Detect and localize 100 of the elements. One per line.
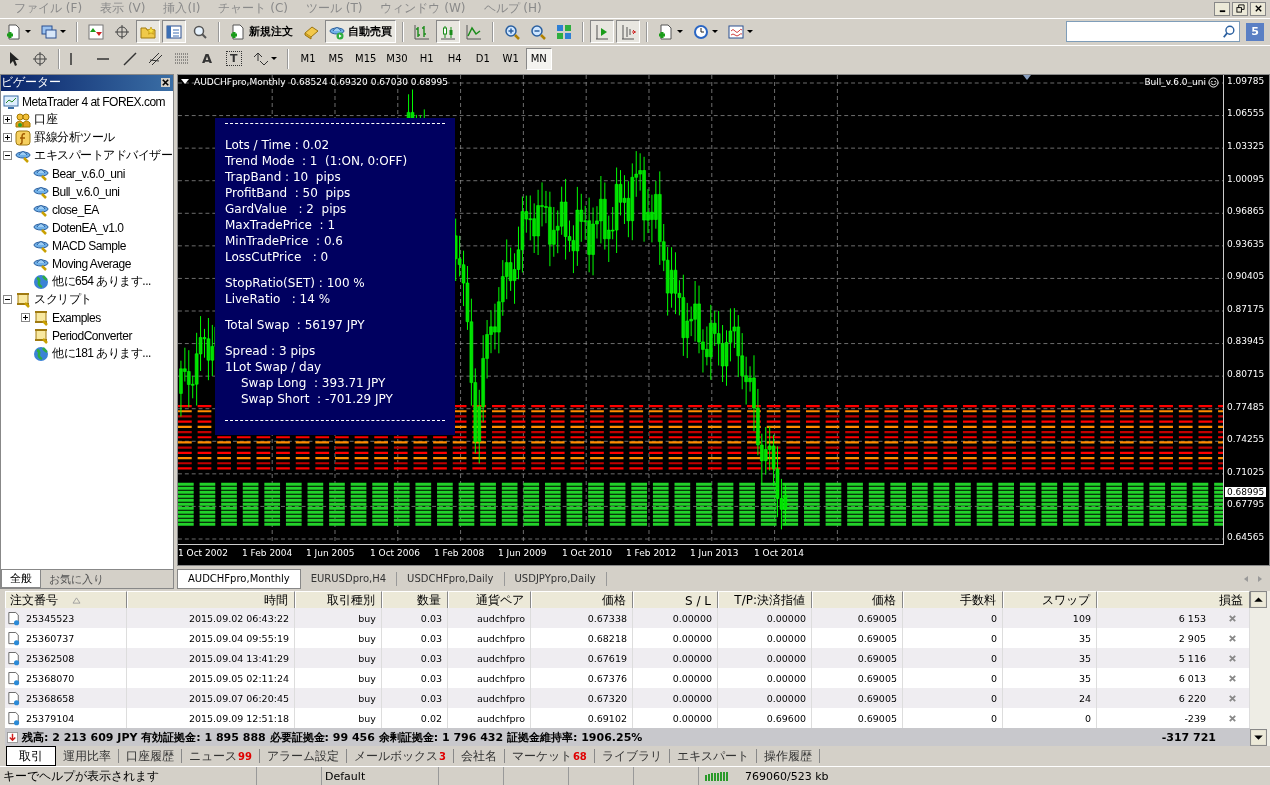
price-label: 0.77485: [1227, 401, 1265, 412]
toolbar-button[interactable]: [162, 20, 186, 44]
bar-chart-icon: [414, 23, 430, 40]
tree-item[interactable]: 他に654 あります...: [52, 273, 151, 291]
restore-button[interactable]: [1232, 2, 1248, 16]
search-icon: [1222, 24, 1236, 39]
timeframe-button[interactable]: M30: [382, 47, 412, 70]
table-cell: 2 905: [1178, 632, 1206, 644]
timeframe-button[interactable]: H1: [413, 47, 440, 70]
terminal-tab[interactable]: ニュース99: [182, 749, 260, 763]
price-label: 0.83945: [1227, 336, 1265, 347]
collapse-icon[interactable]: [3, 151, 12, 161]
tree-item[interactable]: 罫線分析ツール: [34, 129, 115, 147]
tab[interactable]: 全般: [1, 570, 41, 588]
terminal-tab[interactable]: 会社名: [453, 749, 505, 763]
table-cell: 25379104: [26, 712, 75, 724]
shift-marker-icon[interactable]: [1023, 74, 1031, 80]
date-label: 1 Oct 2014: [754, 547, 804, 558]
chart-tab[interactable]: USDCHFpro,Daily: [397, 571, 505, 586]
timeframe-button[interactable]: M15: [351, 47, 381, 70]
timeframe-button[interactable]: H4: [441, 47, 468, 70]
tree-item[interactable]: Examples: [52, 310, 101, 325]
price-label: 1.09785: [1227, 75, 1265, 86]
tree-item[interactable]: DotenEA_v1.0: [52, 220, 124, 235]
chart-tab[interactable]: USDJPYpro,Daily: [504, 571, 607, 586]
tab[interactable]: お気に入り: [41, 570, 112, 588]
close-icon[interactable]: [161, 78, 170, 88]
tree-item[interactable]: MACD Sample: [52, 238, 126, 253]
toolbar-button[interactable]: 新規注文: [226, 20, 297, 44]
price-label: 0.80715: [1227, 369, 1265, 379]
terminal-tab[interactable]: メールボックス3: [346, 749, 454, 763]
timeframe-button[interactable]: D1: [469, 47, 496, 70]
price-label: 0.64565: [1227, 531, 1265, 542]
timeframe-button[interactable]: M5: [323, 47, 349, 70]
expand-icon[interactable]: [3, 115, 12, 125]
chart-tab[interactable]: EURUSDpro,H4: [300, 571, 398, 586]
terminal-tab[interactable]: ライブラリ: [594, 749, 670, 763]
down-arrow-icon[interactable]: [7, 731, 18, 743]
order-icon: [8, 670, 20, 686]
terminal-tab[interactable]: エキスパート: [669, 749, 757, 763]
expand-icon[interactable]: [3, 133, 12, 143]
tree-item[interactable]: close_EA: [52, 202, 99, 217]
close-button[interactable]: [1250, 2, 1266, 16]
terminal-tab[interactable]: アラーム設定: [259, 749, 347, 763]
document-plus-icon: [658, 23, 674, 40]
terminal-tab[interactable]: 操作履歴: [756, 749, 820, 763]
scroll-down-icon[interactable]: [1250, 729, 1267, 746]
expand-icon[interactable]: [21, 313, 30, 323]
ohlc-values: 0.68524 0.69320 0.67030 0.68995: [290, 76, 448, 87]
info-line: LiveRatio : 14 %: [225, 290, 332, 307]
terminal-tab[interactable]: 口座履歴: [119, 749, 182, 763]
table-cell: buy: [295, 648, 382, 668]
tree-item[interactable]: PeriodConverter: [52, 328, 132, 343]
terminal-tab[interactable]: マーケット 68: [504, 749, 595, 763]
terminal-tab[interactable]: 取引: [6, 746, 56, 766]
restore-icon: [1235, 4, 1245, 14]
tree-item[interactable]: 他に181 あります...: [52, 345, 151, 363]
table-cell: 0.00000: [718, 648, 812, 668]
account-summary: 残高: 2 213 609 JPY 有効証拠金: 1 895 888 必要証拠金: 99 456 余剰証拠金: 1 796 432 証拠金維持率: 1906.25%: [22, 729, 643, 745]
table-cell: 109: [1003, 608, 1097, 628]
toolbar-button[interactable]: 自動売買: [325, 20, 396, 44]
table-cell: 0.03: [382, 688, 448, 708]
search-field[interactable]: [1066, 21, 1240, 43]
date-label: 1 Jun 2009: [498, 547, 547, 558]
scroll-up-icon[interactable]: [1250, 591, 1267, 608]
template-icon: [728, 23, 744, 40]
toolbar-button[interactable]: T: [222, 47, 246, 71]
tree-item[interactable]: Bull_v.6.0_uni: [52, 184, 120, 199]
monitor-icon: [3, 93, 19, 110]
scrollbar[interactable]: [1250, 591, 1270, 746]
tree-item[interactable]: エキスパートアドバイザー: [34, 147, 172, 165]
collapse-icon[interactable]: [3, 295, 12, 305]
smiley-icon[interactable]: [1208, 76, 1219, 88]
panel-icon: [166, 23, 182, 40]
table-cell: 2015.09.02 06:43:22: [127, 608, 295, 628]
price-label: 0.87175: [1227, 303, 1265, 314]
timeframe-button[interactable]: M1: [295, 47, 321, 70]
info-line: GardValue : 2 pips: [225, 200, 348, 217]
minimize-button[interactable]: [1214, 2, 1230, 16]
timeframe-button[interactable]: MN: [525, 47, 552, 70]
table-cell: 0.00000: [633, 608, 718, 628]
status-text: キーでヘルプが表示されます: [0, 767, 257, 785]
order-icon: [8, 690, 20, 706]
toolbar-button[interactable]: A: [196, 47, 220, 71]
terminal-tab[interactable]: 運用比率: [56, 749, 119, 763]
timeframe-button[interactable]: W1: [497, 47, 524, 70]
order-icon: [8, 610, 20, 626]
tree-item[interactable]: MetaTrader 4 at FOREX.com: [22, 94, 166, 109]
dropdown-icon[interactable]: [181, 78, 189, 85]
tree-item[interactable]: 口座: [34, 111, 57, 129]
tree-item[interactable]: Moving Average: [52, 256, 131, 271]
tree-item[interactable]: Bear_v.6.0_uni: [52, 166, 125, 181]
table-cell: 6 220: [1178, 692, 1206, 704]
tree-item[interactable]: スクリプト: [34, 291, 92, 309]
chart-tab[interactable]: AUDCHFpro,Monthly: [177, 568, 301, 589]
table-cell: 25368070: [26, 672, 75, 684]
info-line: Trend Mode : 1 (1:ON, 0:OFF): [225, 152, 409, 169]
notification-badge[interactable]: 5: [1246, 22, 1264, 41]
crosshair-icon: [32, 50, 48, 67]
scroll-icon: [33, 327, 49, 344]
